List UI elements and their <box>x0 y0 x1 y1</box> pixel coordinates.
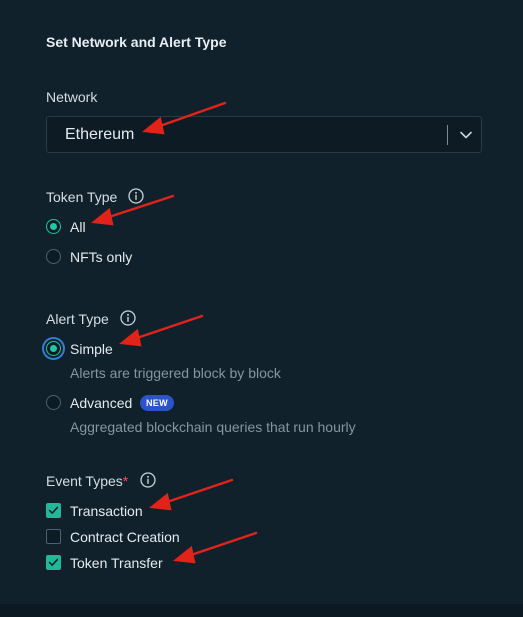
new-badge: NEW <box>140 395 174 411</box>
event-contract-creation-checkbox[interactable] <box>46 529 61 544</box>
alert-type-advanced-label[interactable]: Advanced <box>70 395 132 411</box>
network-selected-value: Ethereum <box>65 126 135 143</box>
event-transaction-label[interactable]: Transaction <box>70 503 143 519</box>
alert-type-simple-description: Alerts are triggered block by block <box>70 365 281 381</box>
token-type-label: Token Type <box>46 189 118 205</box>
alert-type-simple-radio[interactable] <box>46 341 61 356</box>
token-type-all-label[interactable]: All <box>70 219 86 235</box>
alert-type-advanced-radio[interactable] <box>46 395 61 410</box>
info-icon[interactable] <box>140 472 156 488</box>
token-type-nfts-label[interactable]: NFTs only <box>70 249 132 265</box>
checkmark-icon <box>48 558 59 566</box>
alert-type-advanced-description: Aggregated blockchain queries that run h… <box>70 419 356 435</box>
event-transaction-checkbox[interactable] <box>46 503 61 518</box>
event-types-label-text: Event Types <box>46 473 123 489</box>
network-select[interactable]: Ethereum <box>46 116 482 153</box>
event-token-transfer-label[interactable]: Token Transfer <box>70 555 163 571</box>
event-types-label: Event Types* <box>46 473 128 489</box>
network-label: Network <box>46 89 98 105</box>
event-contract-creation-label[interactable]: Contract Creation <box>70 529 180 545</box>
checkmark-icon <box>48 506 59 514</box>
token-type-nfts-radio[interactable] <box>46 249 61 264</box>
select-separator <box>447 125 448 145</box>
token-type-all-radio[interactable] <box>46 219 61 234</box>
info-icon[interactable] <box>128 188 144 204</box>
chevron-down-icon[interactable] <box>457 126 475 144</box>
alert-type-simple-label[interactable]: Simple <box>70 341 113 357</box>
event-token-transfer-checkbox[interactable] <box>46 555 61 570</box>
alert-type-label: Alert Type <box>46 311 109 327</box>
required-marker: * <box>122 473 129 489</box>
info-icon[interactable] <box>120 310 136 326</box>
section-title: Set Network and Alert Type <box>46 34 227 50</box>
